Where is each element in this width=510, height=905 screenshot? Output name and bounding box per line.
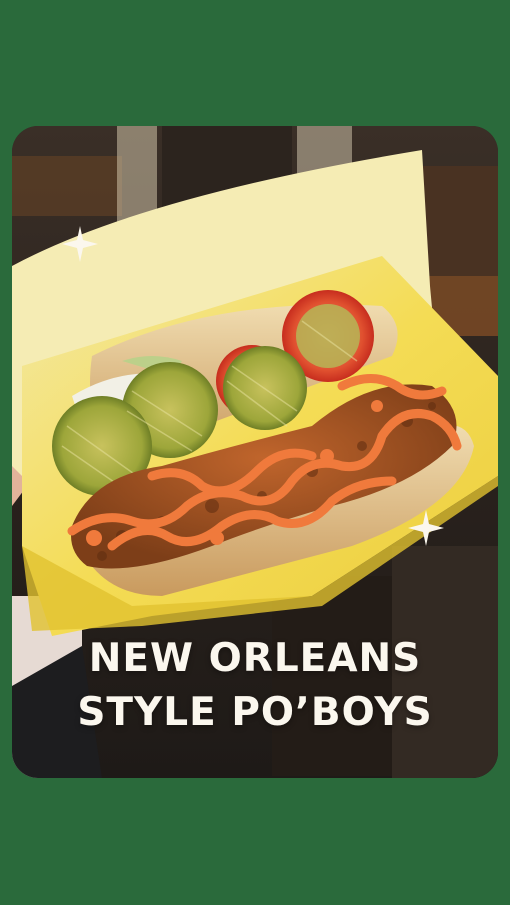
sparkle-icon — [408, 510, 444, 546]
headline-line-2: STYLE PO’BOYS — [77, 690, 433, 735]
photo-card: NEW ORLEANS STYLE PO’BOYS — [12, 126, 498, 778]
sparkle-icon — [62, 226, 98, 262]
headline-line-1: NEW ORLEANS — [88, 636, 422, 681]
